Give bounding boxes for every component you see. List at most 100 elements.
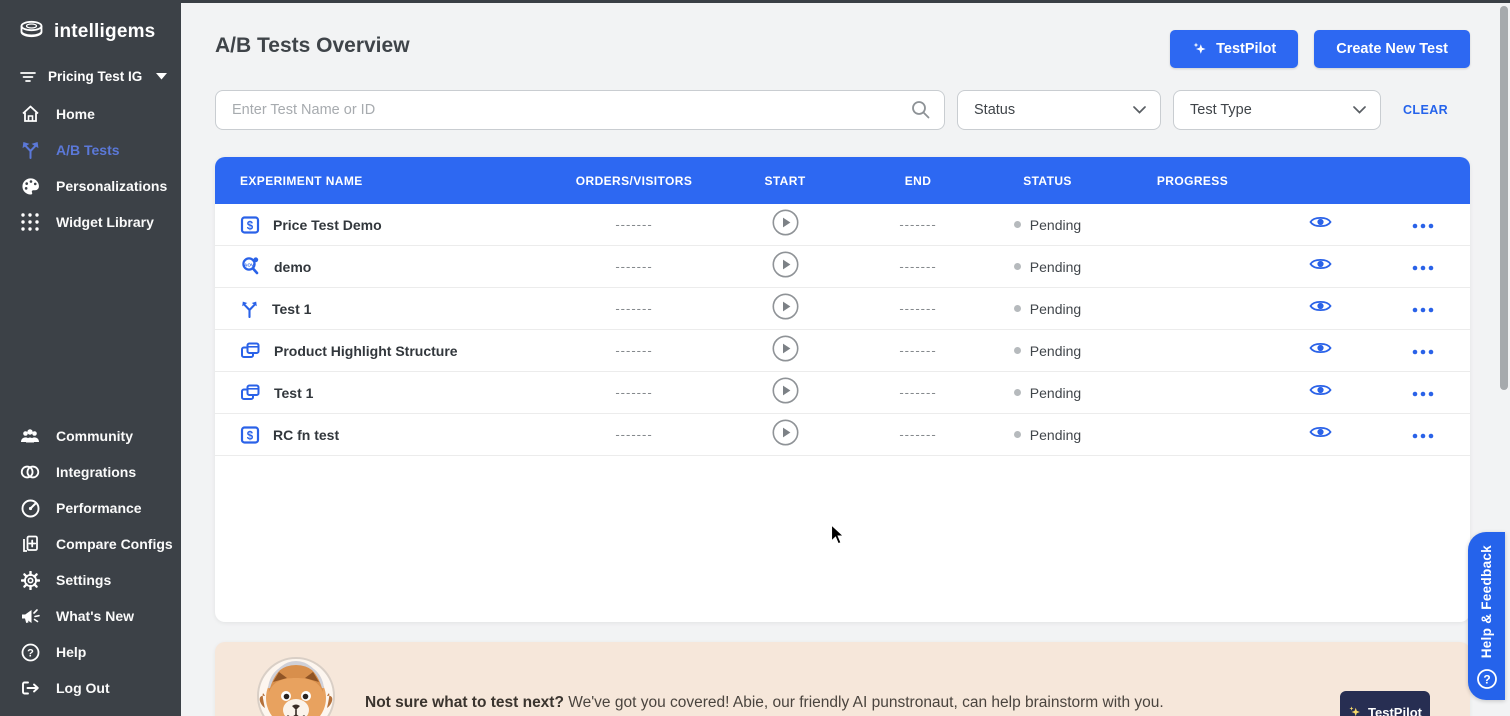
sidebar-item-label: Home <box>56 106 95 122</box>
start-test-play-button[interactable] <box>772 419 799 446</box>
dog-astronaut-mascot <box>253 652 339 716</box>
view-results-eye-icon[interactable] <box>1309 424 1332 440</box>
column-header-experiment-name[interactable]: EXPERIMENT NAME <box>215 174 559 188</box>
row-menu-dots-icon[interactable] <box>1412 349 1434 355</box>
view-results-eye-icon[interactable] <box>1309 298 1332 314</box>
row-menu-dots-icon[interactable] <box>1412 307 1434 313</box>
logout-icon <box>20 679 40 697</box>
page-header: A/B Tests Overview TestPilot Create New … <box>181 0 1510 68</box>
menu-cell <box>1375 300 1470 318</box>
sidebar-item-what-s-new[interactable]: What's New <box>0 598 181 634</box>
column-header-status[interactable]: STATUS <box>975 174 1120 188</box>
start-cell <box>709 251 861 283</box>
experiment-name-cell[interactable]: AOV demo <box>215 256 559 277</box>
row-menu-dots-icon[interactable] <box>1412 433 1434 439</box>
intelligems-logo-icon <box>18 18 45 45</box>
sidebar-item-label: Settings <box>56 572 111 588</box>
create-new-test-button[interactable]: Create New Test <box>1314 30 1470 68</box>
testpilot-button-label: TestPilot <box>1216 41 1276 57</box>
svg-text:$: $ <box>247 220 254 232</box>
orders-visitors-value: ------- <box>559 427 709 442</box>
banner-text: Not sure what to test next? We've got yo… <box>365 694 1325 712</box>
sidebar-item-performance[interactable]: Performance <box>0 490 181 526</box>
experiment-name: Price Test Demo <box>273 217 382 233</box>
sidebar-item-a-b-tests[interactable]: A/B Tests <box>0 132 181 168</box>
chevron-down-icon <box>1353 106 1366 114</box>
start-test-play-button[interactable] <box>772 251 799 278</box>
experiment-name-cell[interactable]: $ RC fn test <box>215 425 559 445</box>
sidebar: intelligems Pricing Test IG Home A/B Test… <box>0 0 181 716</box>
sidebar-item-settings[interactable]: Settings <box>0 562 181 598</box>
row-menu-dots-icon[interactable] <box>1412 265 1434 271</box>
column-header-start[interactable]: START <box>709 174 861 188</box>
community-icon <box>20 427 40 445</box>
widget-library-icon <box>20 213 40 231</box>
workspace-switcher[interactable]: Pricing Test IG <box>0 59 181 96</box>
view-results-eye-icon[interactable] <box>1309 214 1332 230</box>
search-input[interactable] <box>215 90 945 130</box>
view-results-eye-icon[interactable] <box>1309 256 1332 272</box>
svg-text:?: ? <box>27 647 34 659</box>
banner-testpilot-button[interactable]: TestPilot <box>1340 691 1430 716</box>
menu-cell <box>1375 384 1470 402</box>
help-feedback-tab[interactable]: Help & Feedback ? <box>1468 532 1505 700</box>
sidebar-item-label: Log Out <box>56 680 110 696</box>
svg-text:?: ? <box>1483 673 1490 687</box>
column-header-end[interactable]: END <box>861 174 975 188</box>
view-results-eye-icon[interactable] <box>1309 382 1332 398</box>
menu-cell <box>1375 258 1470 276</box>
experiment-name: Test 1 <box>272 301 311 317</box>
status-filter-select[interactable]: Status <box>957 90 1161 130</box>
experiment-name-cell[interactable]: Product Highlight Structure <box>215 341 559 360</box>
search-icon[interactable] <box>910 99 931 125</box>
column-header-progress[interactable]: PROGRESS <box>1120 174 1265 188</box>
sidebar-item-integrations[interactable]: Integrations <box>0 454 181 490</box>
view-results-eye-icon[interactable] <box>1309 340 1332 356</box>
status-cell: Pending <box>975 385 1120 401</box>
end-date-value: ------- <box>861 259 975 274</box>
status-dot-icon <box>1014 221 1021 228</box>
start-test-play-button[interactable] <box>772 293 799 320</box>
sidebar-item-log-out[interactable]: Log Out <box>0 670 181 706</box>
start-test-play-button[interactable] <box>772 209 799 236</box>
vertical-scrollbar[interactable] <box>1500 6 1508 390</box>
start-test-play-button[interactable] <box>772 377 799 404</box>
table-header-row: EXPERIMENT NAMEORDERS/VISITORSSTARTENDST… <box>215 157 1470 204</box>
clear-filters-link[interactable]: CLEAR <box>1403 103 1448 117</box>
experiment-name: demo <box>274 259 311 275</box>
experiment-name-cell[interactable]: $ Price Test Demo <box>215 215 559 235</box>
chevron-down-icon <box>1133 106 1146 114</box>
status-label: Pending <box>1030 427 1081 443</box>
content-test-icon <box>240 341 261 360</box>
status-dot-icon <box>1014 263 1021 270</box>
row-menu-dots-icon[interactable] <box>1412 391 1434 397</box>
testpilot-banner: Not sure what to test next? We've got yo… <box>215 642 1470 716</box>
column-header-orders-visitors[interactable]: ORDERS/VISITORS <box>559 174 709 188</box>
testpilot-button[interactable]: TestPilot <box>1170 30 1298 68</box>
row-menu-dots-icon[interactable] <box>1412 223 1434 229</box>
brand-name: intelligems <box>54 21 155 43</box>
start-test-play-button[interactable] <box>772 335 799 362</box>
sidebar-item-help[interactable]: ?Help <box>0 634 181 670</box>
sidebar-item-label: Performance <box>56 500 142 516</box>
sidebar-item-widget-library[interactable]: Widget Library <box>0 204 181 240</box>
page-title: A/B Tests Overview <box>215 30 410 58</box>
table-row: $ RC fn test ------- ------- Pending <box>215 414 1470 456</box>
view-cell <box>1265 424 1375 445</box>
test-type-filter-select[interactable]: Test Type <box>1173 90 1381 130</box>
table-row: $ Price Test Demo ------- ------- Pendin… <box>215 204 1470 246</box>
sidebar-item-personalizations[interactable]: Personalizations <box>0 168 181 204</box>
experiment-name: Test 1 <box>274 385 313 401</box>
end-date-value: ------- <box>861 427 975 442</box>
svg-text:AOV: AOV <box>244 262 255 267</box>
sidebar-item-compare-configs[interactable]: Compare Configs <box>0 526 181 562</box>
sidebar-item-community[interactable]: Community <box>0 418 181 454</box>
status-filter-label: Status <box>974 102 1015 118</box>
orders-visitors-value: ------- <box>559 259 709 274</box>
sidebar-item-label: Community <box>56 428 133 444</box>
experiment-name-cell[interactable]: Test 1 <box>215 300 559 318</box>
sidebar-item-home[interactable]: Home <box>0 96 181 132</box>
brand: intelligems <box>0 0 181 59</box>
experiment-name-cell[interactable]: Test 1 <box>215 383 559 402</box>
view-cell <box>1265 214 1375 235</box>
